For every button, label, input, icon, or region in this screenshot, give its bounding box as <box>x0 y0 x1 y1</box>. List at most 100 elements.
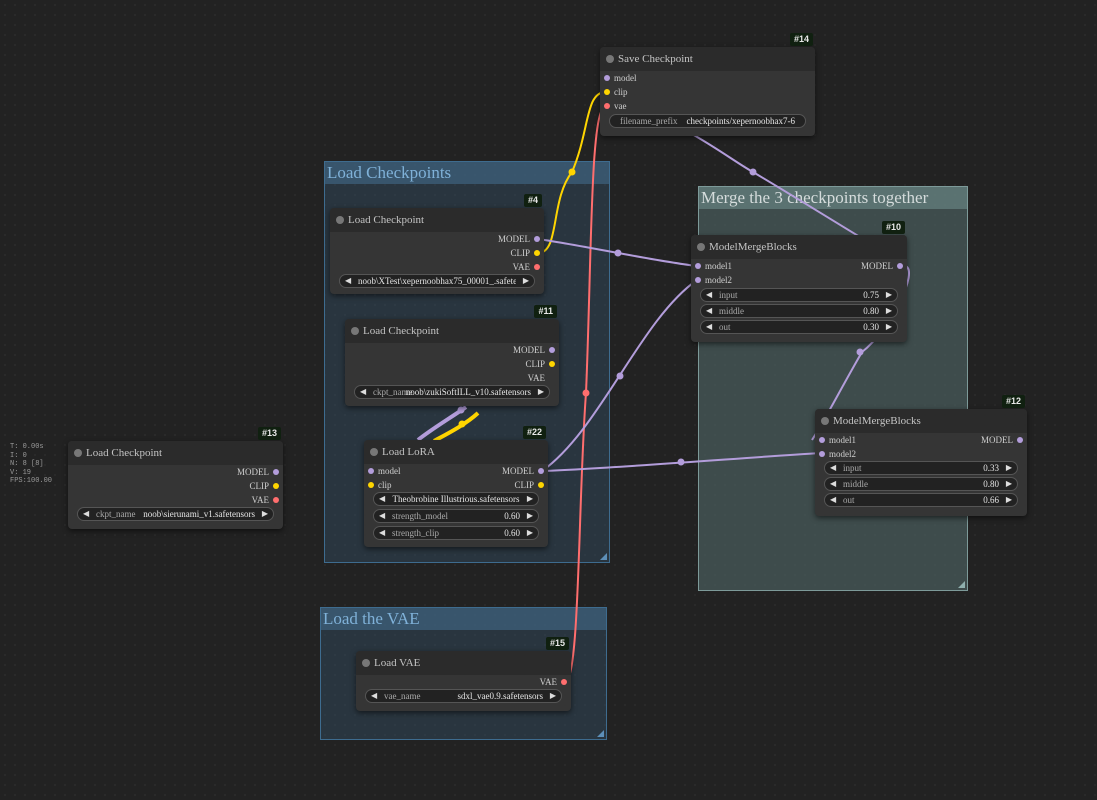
collapse-dot-icon[interactable] <box>606 55 614 63</box>
input-port-model1[interactable] <box>819 437 825 443</box>
group-resize-handle[interactable] <box>600 553 607 560</box>
collapse-dot-icon[interactable] <box>821 417 829 425</box>
arrow-right-icon[interactable]: ▶ <box>886 321 892 333</box>
arrow-left-icon[interactable]: ◀ <box>83 508 89 520</box>
node-load-checkpoint-13[interactable]: #13 Load Checkpoint MODEL CLIP VAE ◀ ckp… <box>68 427 283 529</box>
arrow-right-icon[interactable]: ▶ <box>523 275 529 287</box>
node-load-vae[interactable]: #15 Load VAE VAE ◀ vae_name sdxl_vae0.9.… <box>356 637 571 711</box>
output-port-model[interactable] <box>538 468 544 474</box>
arrow-left-icon[interactable]: ◀ <box>379 527 385 539</box>
input-port-model2[interactable] <box>819 451 825 457</box>
arrow-left-icon[interactable]: ◀ <box>706 289 712 301</box>
node-model-merge-blocks-10[interactable]: #10 ModelMergeBlocks model1 model2 MODEL… <box>691 221 907 342</box>
output-port-model[interactable] <box>1017 437 1023 443</box>
output-port-clip[interactable] <box>273 483 279 489</box>
arrow-left-icon[interactable]: ◀ <box>371 690 377 702</box>
output-port-clip[interactable] <box>534 250 540 256</box>
collapse-dot-icon[interactable] <box>697 243 705 251</box>
out-number[interactable]: ◀ out 0.30 ▶ <box>700 320 898 334</box>
arrow-left-icon[interactable]: ◀ <box>830 462 836 474</box>
link-midpoint[interactable] <box>614 249 622 257</box>
collapse-dot-icon[interactable] <box>336 216 344 224</box>
out-number[interactable]: ◀ out 0.66 ▶ <box>824 493 1018 507</box>
filename-prefix-field[interactable]: filename_prefix checkpoints/xepernoobhax… <box>609 114 806 128</box>
input-number[interactable]: ◀ input 0.33 ▶ <box>824 461 1018 475</box>
node-load-checkpoint-11[interactable]: #11 Load Checkpoint MODEL CLIP VAE ◀ ckp… <box>345 305 559 406</box>
arrow-right-icon[interactable]: ▶ <box>527 527 533 539</box>
node-header[interactable]: ModelMergeBlocks <box>815 409 1027 433</box>
arrow-right-icon[interactable]: ▶ <box>527 493 533 505</box>
node-load-lora[interactable]: #22 Load LoRA model clip MODEL CLIP ◀ Th… <box>364 426 548 547</box>
arrow-left-icon[interactable]: ◀ <box>830 494 836 506</box>
node-title: Save Checkpoint <box>618 53 693 65</box>
widget-value: noob\sierunami_v1.safetensors <box>143 509 255 519</box>
strength-model-number[interactable]: ◀ strength_model 0.60 ▶ <box>373 509 539 523</box>
input-port-clip[interactable] <box>368 482 374 488</box>
ckpt-name-combo[interactable]: ◀ noob\XTest\xepernoobhax75_00001_.safet… <box>339 274 535 288</box>
node-header[interactable]: Load VAE <box>356 651 571 675</box>
input-port-model[interactable] <box>368 468 374 474</box>
arrow-right-icon[interactable]: ▶ <box>538 386 544 398</box>
arrow-left-icon[interactable]: ◀ <box>830 478 836 490</box>
collapse-dot-icon[interactable] <box>362 659 370 667</box>
arrow-left-icon[interactable]: ◀ <box>379 493 385 505</box>
output-port-model[interactable] <box>897 263 903 269</box>
lora-name-combo[interactable]: ◀ Theobrobine Illustrious.safetensors ▶ <box>373 492 539 506</box>
arrow-right-icon[interactable]: ▶ <box>550 690 556 702</box>
arrow-right-icon[interactable]: ▶ <box>527 510 533 522</box>
arrow-left-icon[interactable]: ◀ <box>360 386 366 398</box>
node-header[interactable]: Load LoRA <box>364 440 548 464</box>
arrow-right-icon[interactable]: ▶ <box>1006 494 1012 506</box>
group-resize-handle[interactable] <box>597 730 604 737</box>
middle-number[interactable]: ◀ middle 0.80 ▶ <box>824 477 1018 491</box>
output-port-vae[interactable] <box>561 679 567 685</box>
arrow-left-icon[interactable]: ◀ <box>345 275 351 287</box>
arrow-right-icon[interactable]: ▶ <box>1006 462 1012 474</box>
output-port-model[interactable] <box>549 347 555 353</box>
vae-name-combo[interactable]: ◀ vae_name sdxl_vae0.9.safetensors ▶ <box>365 689 562 703</box>
arrow-right-icon[interactable]: ▶ <box>262 508 268 520</box>
input-port-clip[interactable] <box>604 89 610 95</box>
arrow-left-icon[interactable]: ◀ <box>706 321 712 333</box>
arrow-left-icon[interactable]: ◀ <box>379 510 385 522</box>
group-title[interactable]: Merge the 3 checkpoints together <box>699 187 967 209</box>
arrow-right-icon[interactable]: ▶ <box>886 305 892 317</box>
widget-value: 0.60 <box>504 511 520 521</box>
graph-canvas[interactable]: Load Checkpoints Merge the 3 checkpoints… <box>0 0 1097 800</box>
output-port-vae[interactable] <box>534 264 540 270</box>
input-port-vae[interactable] <box>604 103 610 109</box>
output-port-vae[interactable] <box>273 497 279 503</box>
input-port-model[interactable] <box>604 75 610 81</box>
middle-number[interactable]: ◀ middle 0.80 ▶ <box>700 304 898 318</box>
group-title[interactable]: Load the VAE <box>321 608 606 630</box>
collapse-dot-icon[interactable] <box>74 449 82 457</box>
arrow-right-icon[interactable]: ▶ <box>1006 478 1012 490</box>
output-port-clip[interactable] <box>538 482 544 488</box>
input-number[interactable]: ◀ input 0.75 ▶ <box>700 288 898 302</box>
node-header[interactable]: ModelMergeBlocks <box>691 235 907 259</box>
node-header[interactable]: Load Checkpoint <box>330 208 544 232</box>
node-save-checkpoint[interactable]: #14 Save Checkpoint model clip vae filen… <box>600 33 815 136</box>
node-load-checkpoint-4[interactable]: #4 Load Checkpoint MODEL CLIP VAE ◀ noob… <box>330 194 544 294</box>
node-header[interactable]: Load Checkpoint <box>68 441 283 465</box>
arrow-right-icon[interactable]: ▶ <box>886 289 892 301</box>
input-port-model1[interactable] <box>695 263 701 269</box>
group-resize-handle[interactable] <box>958 581 965 588</box>
output-port-model[interactable] <box>273 469 279 475</box>
link-midpoint[interactable] <box>616 372 624 380</box>
ckpt-name-combo[interactable]: ◀ ckpt_name noob\sierunami_v1.safetensor… <box>77 507 274 521</box>
output-port-clip[interactable] <box>549 361 555 367</box>
collapse-dot-icon[interactable] <box>351 327 359 335</box>
node-header[interactable]: Load Checkpoint <box>345 319 559 343</box>
collapse-dot-icon[interactable] <box>370 448 378 456</box>
output-port-model[interactable] <box>534 236 540 242</box>
strength-clip-number[interactable]: ◀ strength_clip 0.60 ▶ <box>373 526 539 540</box>
link-midpoint[interactable] <box>677 458 685 466</box>
node-model-merge-blocks-12[interactable]: #12 ModelMergeBlocks model1 model2 MODEL… <box>815 395 1027 516</box>
link-midpoint[interactable] <box>749 168 757 176</box>
input-port-model2[interactable] <box>695 277 701 283</box>
ckpt-name-combo[interactable]: ◀ ckpt_name noob\zukiSoftILL_v10.safeten… <box>354 385 550 399</box>
group-title[interactable]: Load Checkpoints <box>325 162 609 184</box>
arrow-left-icon[interactable]: ◀ <box>706 305 712 317</box>
node-header[interactable]: Save Checkpoint <box>600 47 815 71</box>
